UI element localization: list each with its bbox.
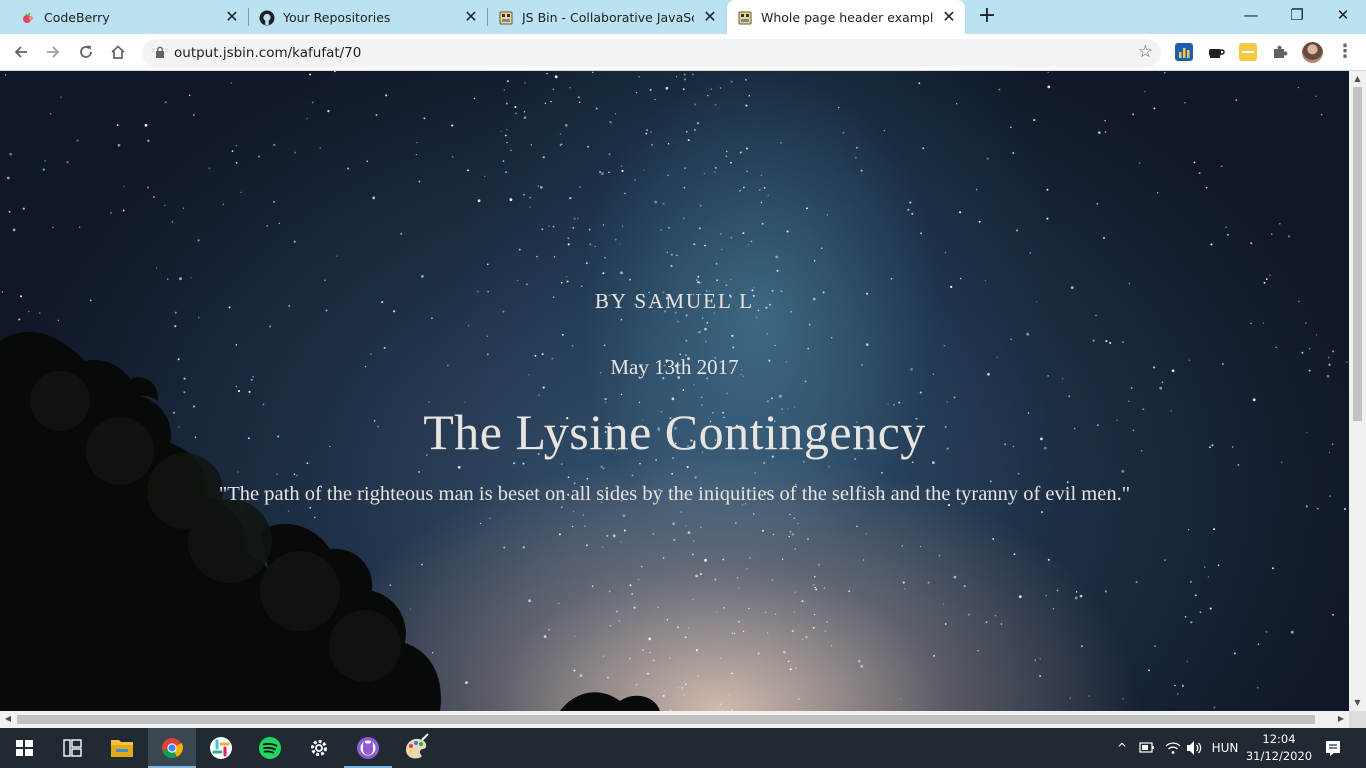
forward-button[interactable]	[41, 40, 65, 64]
windows-taskbar: ^ HUN 12:04 31/12/2020	[0, 728, 1366, 768]
page-viewport: BY SAMUEL L May 13th 2017 The Lysine Con…	[0, 71, 1349, 711]
tab-your-repositories[interactable]: Your Repositories ✕	[249, 0, 487, 34]
chrome-icon	[162, 738, 183, 759]
close-window-button[interactable]: ✕	[1320, 0, 1366, 32]
extension-yellow-icon[interactable]	[1239, 43, 1257, 61]
horizontal-scroll-thumb[interactable]	[17, 715, 1315, 724]
hero-quote: "The path of the righteous man is beset …	[218, 483, 1131, 505]
jsbin-icon	[738, 11, 752, 25]
close-tab-icon[interactable]: ✕	[463, 9, 479, 25]
close-tab-icon[interactable]: ✕	[941, 9, 957, 25]
system-clock[interactable]: 12:04 31/12/2020	[1244, 731, 1314, 765]
scroll-down-arrow-icon[interactable]: ▼	[1353, 698, 1362, 708]
author-byline: BY SAMUEL L	[594, 289, 755, 313]
bookmark-star-icon[interactable]: ☆	[1138, 42, 1153, 62]
battery-icon[interactable]	[1136, 728, 1158, 768]
back-arrow-icon	[14, 46, 27, 58]
tab-title: CodeBerry	[44, 10, 110, 25]
settings-taskbar-button[interactable]	[295, 728, 343, 768]
wifi-icon[interactable]	[1162, 728, 1184, 768]
forward-arrow-icon	[47, 46, 60, 58]
action-center-icon[interactable]	[1318, 728, 1348, 768]
page-title: The Lysine Contingency	[423, 404, 926, 460]
codeberry-icon	[23, 12, 34, 23]
url-text: output.jsbin.com/kafufat/70	[174, 45, 362, 61]
vertical-scroll-thumb[interactable]	[1353, 87, 1362, 421]
spotify-icon	[259, 737, 281, 759]
horizontal-scrollbar[interactable]: ◀ ▶	[0, 711, 1349, 728]
file-explorer-button[interactable]	[98, 728, 146, 768]
maximize-button[interactable]: ❐	[1274, 0, 1320, 32]
tab-title: Whole page header example	[761, 10, 933, 25]
minimize-button[interactable]: —	[1228, 0, 1274, 32]
address-bar[interactable]: output.jsbin.com/kafufat/70 ☆	[142, 39, 1161, 67]
clock-date: 31/12/2020	[1245, 749, 1313, 763]
spotify-taskbar-button[interactable]	[246, 728, 294, 768]
tab-jsbin[interactable]: JS Bin - Collaborative JavaScript D ✕	[488, 0, 726, 34]
back-button[interactable]	[9, 40, 33, 64]
profile-avatar[interactable]	[1302, 42, 1323, 63]
extensions-puzzle-icon[interactable]	[1271, 43, 1289, 61]
tab-title: Your Repositories	[283, 10, 391, 25]
github-desktop-icon	[357, 737, 379, 759]
scrollbar-corner	[1349, 711, 1366, 728]
paint-palette-icon	[406, 733, 429, 759]
tab-whole-page-header[interactable]: Whole page header example ✕	[727, 0, 965, 34]
start-button[interactable]	[0, 728, 48, 768]
tab-codeberry[interactable]: CodeBerry ✕	[0, 0, 248, 34]
extension-analytics-icon[interactable]	[1175, 43, 1193, 61]
scroll-up-arrow-icon[interactable]: ▲	[1353, 74, 1362, 84]
task-view-button[interactable]	[48, 728, 96, 768]
close-tab-icon[interactable]: ✕	[224, 9, 240, 25]
file-explorer-icon	[111, 740, 133, 757]
slack-icon	[210, 737, 232, 759]
github-desktop-taskbar-button[interactable]	[344, 728, 392, 768]
jsbin-icon	[499, 11, 513, 25]
gear-icon	[311, 740, 327, 756]
clock-time: 12:04	[1262, 732, 1296, 746]
paint-taskbar-button[interactable]	[392, 728, 440, 768]
windows-start-icon	[16, 740, 33, 756]
reload-icon	[80, 45, 92, 58]
task-view-icon	[63, 739, 82, 757]
scroll-left-arrow-icon[interactable]: ◀	[3, 714, 13, 724]
volume-icon[interactable]	[1184, 728, 1204, 768]
extension-cup-icon[interactable]	[1207, 43, 1225, 61]
close-tab-icon[interactable]: ✕	[702, 9, 718, 25]
chrome-taskbar-button[interactable]	[148, 728, 196, 768]
slack-taskbar-button[interactable]	[197, 728, 245, 768]
browser-toolbar: output.jsbin.com/kafufat/70 ☆ ⋮	[0, 34, 1366, 71]
lock-icon	[156, 46, 164, 58]
scroll-right-arrow-icon[interactable]: ▶	[1336, 714, 1346, 724]
github-icon	[259, 10, 275, 26]
reload-button[interactable]	[74, 40, 98, 64]
post-date: May 13th 2017	[610, 355, 739, 379]
language-indicator[interactable]: HUN	[1206, 728, 1244, 768]
tab-strip: CodeBerry ✕ Your Repositories ✕ JS Bin -…	[0, 0, 1366, 34]
vertical-scrollbar[interactable]: ▲ ▼	[1349, 71, 1366, 711]
home-button[interactable]	[106, 40, 130, 64]
show-hidden-icons-icon[interactable]: ^	[1113, 728, 1131, 768]
browser-menu-icon[interactable]: ⋮	[1336, 40, 1354, 64]
new-tab-button[interactable]: +	[977, 5, 997, 27]
home-icon	[111, 45, 125, 59]
hero-header: BY SAMUEL L May 13th 2017 The Lysine Con…	[0, 71, 1349, 711]
tab-title: JS Bin - Collaborative JavaScript D	[522, 10, 694, 25]
